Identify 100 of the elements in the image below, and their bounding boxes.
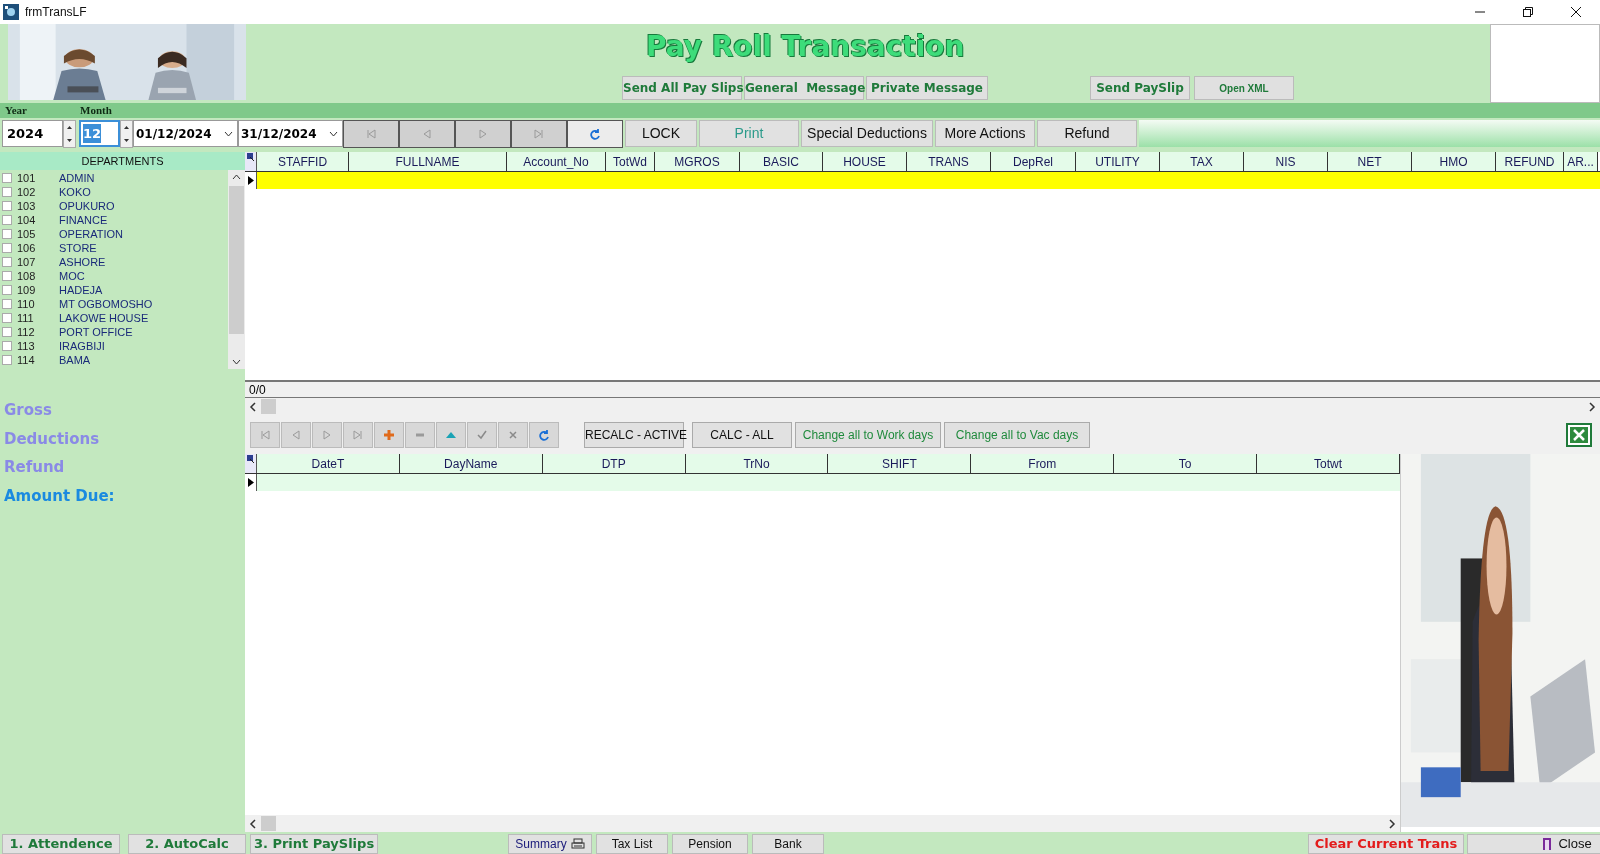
checkbox[interactable] <box>2 229 12 239</box>
column-header[interactable]: UTILITY <box>1076 152 1160 171</box>
navigation-button[interactable] <box>455 119 511 148</box>
spreadsheet-icon[interactable] <box>1566 422 1592 447</box>
column-header[interactable]: TRANS <box>907 152 991 171</box>
departments-header: DEPARTMENTS <box>0 152 245 170</box>
header-button[interactable]: General Message <box>744 76 864 100</box>
action-button[interactable]: Change all to Vac days <box>944 421 1090 448</box>
record-button[interactable] <box>529 421 559 448</box>
column-header[interactable]: BASIC <box>740 152 823 171</box>
checkbox[interactable] <box>2 355 12 365</box>
column-header[interactable]: SHIFT <box>828 454 972 473</box>
column-header[interactable]: AR... <box>1564 152 1598 171</box>
footer-button[interactable]: Bank <box>752 834 824 854</box>
action-button[interactable]: Change all to Work days <box>795 421 941 448</box>
action-button[interactable]: CALC - ALL <box>692 421 792 448</box>
footer-button[interactable]: 2. AutoCalc <box>128 834 246 854</box>
vertical-scrollbar[interactable] <box>228 170 245 369</box>
last-record-icon <box>352 428 364 441</box>
total-label: Deductions <box>4 428 101 450</box>
column-header[interactable]: DTP <box>542 454 686 473</box>
header-button[interactable]: Send PaySlip <box>1090 76 1190 100</box>
record-button[interactable] <box>467 421 497 448</box>
checkbox[interactable] <box>2 327 12 337</box>
column-header[interactable]: HMO <box>1412 152 1496 171</box>
column-header[interactable]: TAX <box>1160 152 1244 171</box>
toolbar-button[interactable]: Refund <box>1037 120 1137 147</box>
column-header[interactable]: NIS <box>1244 152 1328 171</box>
column-header[interactable]: TrNo <box>685 454 829 473</box>
column-header[interactable]: TotWd <box>606 152 655 171</box>
footer-button[interactable]: 3. Print PaySlips <box>250 834 378 854</box>
footer-button[interactable]: Tax List <box>596 834 668 854</box>
total-label: Gross <box>4 400 53 421</box>
checkbox[interactable] <box>2 173 12 183</box>
spin-buttons[interactable] <box>63 119 76 148</box>
toolbar-button[interactable]: Special Deductions <box>801 120 933 147</box>
column-header[interactable]: NET <box>1328 152 1412 171</box>
checkbox[interactable] <box>2 299 12 309</box>
date-picker[interactable]: 01/12/2024 <box>133 120 238 147</box>
spin-buttons[interactable] <box>120 119 133 148</box>
navigation-button[interactable] <box>567 119 623 148</box>
department-code: 103 <box>17 198 37 214</box>
department-code: 104 <box>17 212 37 228</box>
footer-button[interactable]: 1. Attendence <box>2 834 120 854</box>
column-header[interactable]: DayName <box>399 454 543 473</box>
checkbox[interactable] <box>2 341 12 351</box>
record-button[interactable] <box>436 421 466 448</box>
department-code: 110 <box>17 296 36 312</box>
column-header[interactable]: Account_No <box>507 152 606 171</box>
navigation-button[interactable] <box>343 119 399 148</box>
checkbox[interactable] <box>2 201 12 211</box>
footer-button[interactable]: Pension <box>672 834 748 854</box>
footer-button[interactable]: Clear Current Trans <box>1308 834 1464 854</box>
scroll-thumb[interactable] <box>261 816 276 831</box>
record-button[interactable] <box>498 421 528 448</box>
department-name: KOKO <box>59 184 91 200</box>
footer-button[interactable]: Close <box>1467 834 1600 854</box>
column-header[interactable]: Totwt <box>1257 454 1400 473</box>
scroll-thumb[interactable] <box>261 399 276 414</box>
footer-button[interactable]: Summary <box>508 834 592 854</box>
column-header[interactable]: From <box>971 454 1115 473</box>
checkbox[interactable] <box>2 313 12 323</box>
header-button[interactable]: Private Message <box>866 76 988 100</box>
navigation-button[interactable] <box>399 119 455 148</box>
scroll-thumb[interactable] <box>229 186 244 334</box>
department-code: 101 <box>17 170 37 186</box>
header-button[interactable]: Open XML <box>1194 76 1294 100</box>
toolbar-button[interactable]: More Actions <box>935 120 1035 147</box>
page-title: Pay Roll Transaction <box>646 29 966 65</box>
navigation-button[interactable] <box>511 119 567 148</box>
department-name: HADEJA <box>59 282 103 298</box>
checkbox[interactable] <box>2 271 12 281</box>
column-header[interactable]: HOUSE <box>823 152 907 171</box>
horizontal-scrollbar[interactable] <box>245 398 1600 415</box>
year-label: Year <box>5 103 27 119</box>
column-header[interactable]: DateT <box>257 454 400 473</box>
checkbox[interactable] <box>2 187 12 197</box>
column-header[interactable]: MGROS <box>655 152 740 171</box>
next-icon <box>477 127 489 140</box>
checkbox[interactable] <box>2 215 12 225</box>
column-header[interactable]: To <box>1114 454 1258 473</box>
dropdown-caret-icon <box>329 130 338 137</box>
checkbox[interactable] <box>2 243 12 253</box>
first-record-icon <box>365 127 377 140</box>
column-header[interactable]: REFUND <box>1496 152 1564 171</box>
record-button[interactable] <box>374 421 404 448</box>
toolbar-button[interactable]: LOCK <box>625 120 697 147</box>
select-all-icon[interactable] <box>245 152 257 171</box>
column-header[interactable]: DepRel <box>991 152 1076 171</box>
total-label: Amount Due: <box>4 485 116 507</box>
column-header[interactable]: FULLNAME <box>349 152 507 171</box>
checkbox[interactable] <box>2 285 12 295</box>
year-field[interactable]: 2024 <box>2 120 63 147</box>
refresh-icon <box>538 428 550 441</box>
date-picker[interactable]: 31/12/2024 <box>238 120 343 147</box>
column-header[interactable]: STAFFID <box>257 152 349 171</box>
header-button[interactable]: Send All Pay Slips <box>622 76 742 100</box>
checkbox[interactable] <box>2 257 12 267</box>
horizontal-scrollbar[interactable] <box>245 815 1400 832</box>
select-all-icon[interactable] <box>245 454 257 473</box>
